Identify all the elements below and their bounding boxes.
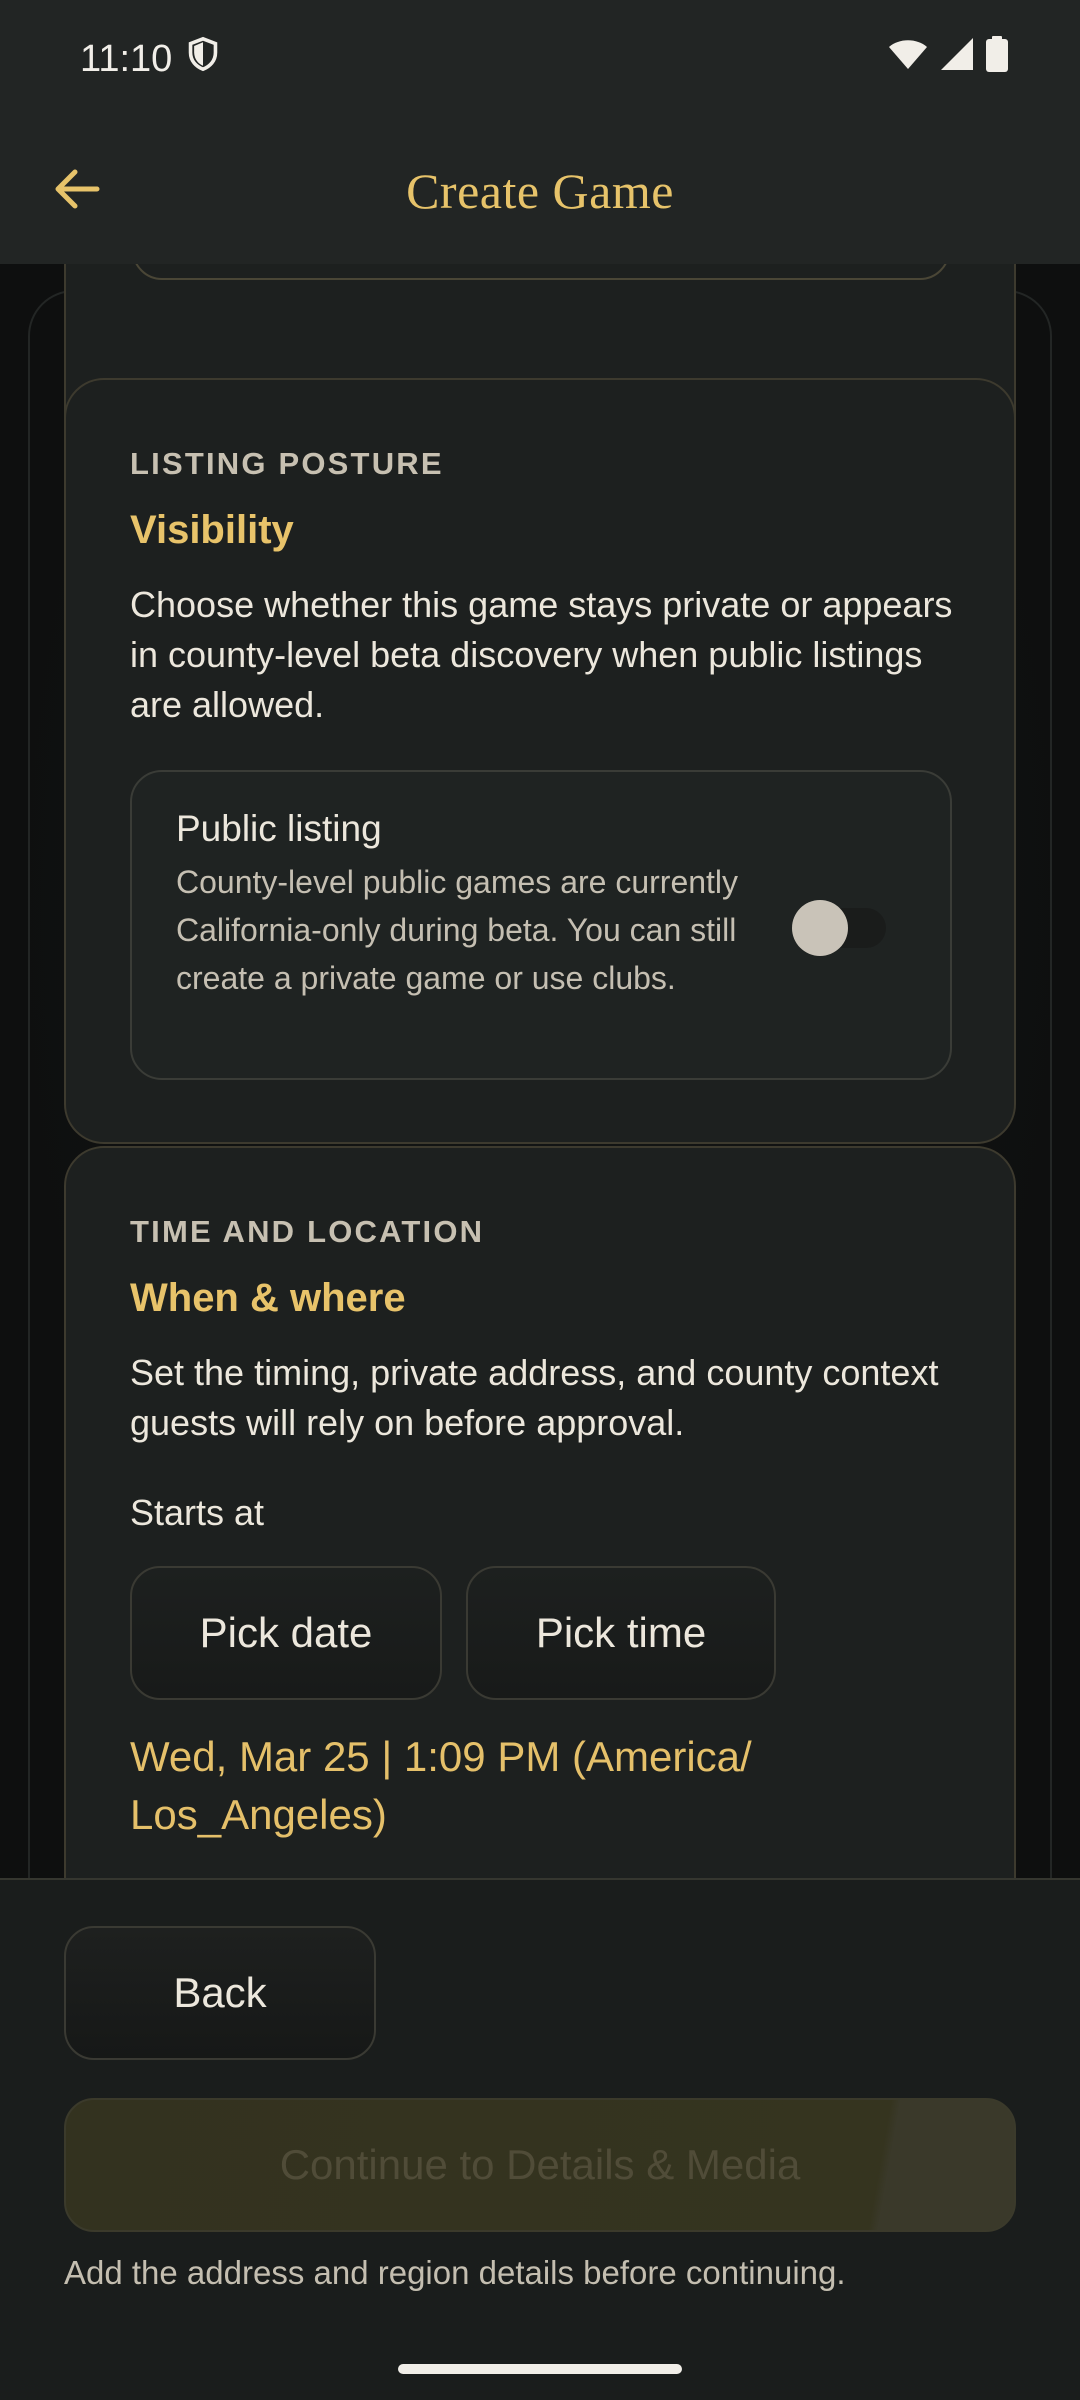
app-bar: Create Game <box>0 118 1080 264</box>
back-button[interactable]: Back <box>64 1926 376 2060</box>
status-right <box>888 36 1008 82</box>
wifi-icon <box>888 38 928 81</box>
visibility-card: LISTING POSTURE Visibility Choose whethe… <box>64 378 1016 1144</box>
form-scroll-area[interactable]: LISTING POSTURE Visibility Choose whethe… <box>0 264 1080 1878</box>
toggle-thumb <box>792 900 848 956</box>
section-description: Set the timing, private address, and cou… <box>130 1352 939 1443</box>
back-arrow-button[interactable] <box>44 158 110 224</box>
page-title: Create Game <box>406 163 674 219</box>
section-eyebrow: LISTING POSTURE <box>130 446 444 481</box>
public-listing-option[interactable]: Public listing County-level public games… <box>130 770 952 1080</box>
time-location-card: TIME AND LOCATION When & where Set the t… <box>64 1146 1016 1878</box>
signal-icon <box>940 37 974 81</box>
status-bar: 11:10 <box>0 0 1080 118</box>
helper-text: Add the address and region details befor… <box>64 2254 846 2291</box>
section-title: Visibility <box>130 508 294 552</box>
home-indicator[interactable] <box>398 2364 682 2374</box>
status-left: 11:10 <box>80 36 220 82</box>
section-description: Choose whether this game stays private o… <box>130 584 953 725</box>
pick-time-button[interactable]: Pick time <box>466 1566 776 1700</box>
section-title: When & where <box>130 1276 406 1320</box>
public-listing-toggle[interactable] <box>792 900 892 956</box>
public-listing-title: Public listing <box>176 808 382 849</box>
public-listing-subtitle: County-level public games are currently … <box>176 864 739 996</box>
bottom-action-bar: Back Continue to Details & Media Add the… <box>0 1878 1080 2400</box>
section-eyebrow: TIME AND LOCATION <box>130 1214 485 1249</box>
previous-section-field[interactable] <box>132 264 950 280</box>
status-time: 11:10 <box>80 37 173 80</box>
battery-icon <box>986 36 1008 82</box>
arrow-left-icon <box>53 169 101 214</box>
selected-datetime: Wed, Mar 25 | 1:09 PM (America/ Los_Ange… <box>130 1733 752 1838</box>
pick-date-button[interactable]: Pick date <box>130 1566 442 1700</box>
shield-icon <box>186 36 220 82</box>
starts-at-label: Starts at <box>130 1492 265 1533</box>
continue-button[interactable]: Continue to Details & Media <box>64 2098 1016 2232</box>
